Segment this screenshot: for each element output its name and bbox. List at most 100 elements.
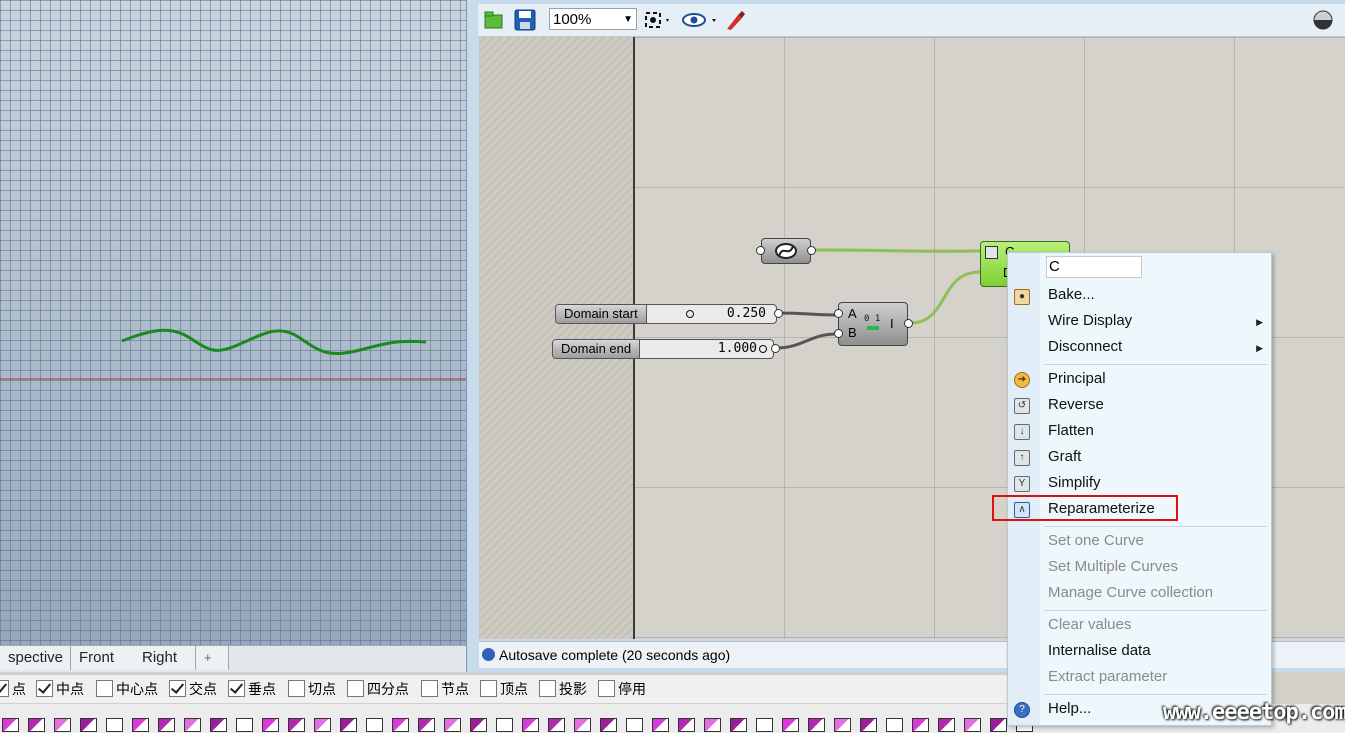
input-grip[interactable] [834, 309, 843, 318]
tool-icon[interactable] [678, 718, 695, 732]
tool-icon[interactable] [236, 718, 253, 732]
tool-icon[interactable] [704, 718, 721, 732]
save-icon[interactable] [514, 9, 536, 31]
tool-icon[interactable] [184, 718, 201, 732]
tool-icon[interactable] [158, 718, 175, 732]
menu-item-clear-values[interactable]: Clear values [1048, 614, 1131, 636]
zoom-dropdown[interactable]: 100% ▼ [549, 8, 637, 30]
tool-icon[interactable] [392, 718, 409, 732]
menu-item-graft[interactable]: Graft [1048, 446, 1081, 468]
tool-icon[interactable] [860, 718, 877, 732]
tool-icon[interactable] [808, 718, 825, 732]
tool-icon[interactable] [886, 718, 903, 732]
osnap-checkbox[interactable] [421, 680, 438, 697]
osnap-checkbox[interactable] [96, 680, 113, 697]
tool-icon[interactable] [652, 718, 669, 732]
menu-item-internalise-data[interactable]: Internalise data [1048, 640, 1151, 662]
osnap-item[interactable]: 投影 [539, 680, 587, 698]
output-grip[interactable] [774, 309, 783, 318]
curve-param-component[interactable] [761, 238, 811, 264]
tool-icon[interactable] [106, 718, 123, 732]
menu-item-set-multiple-curves[interactable]: Set Multiple Curves [1048, 556, 1178, 578]
osnap-checkbox[interactable] [539, 680, 556, 697]
osnap-checkbox[interactable] [288, 680, 305, 697]
slider-domain-end[interactable]: Domain end 1.000 [552, 339, 774, 359]
osnap-checkbox[interactable] [480, 680, 497, 697]
tool-icon[interactable] [834, 718, 851, 732]
display-mode-icon[interactable] [1312, 9, 1334, 31]
slider-domain-start[interactable]: Domain start 0.250 [555, 304, 777, 324]
osnap-checkbox[interactable] [598, 680, 615, 697]
tool-icon[interactable] [54, 718, 71, 732]
tool-icon[interactable] [470, 718, 487, 732]
tool-icon[interactable] [912, 718, 929, 732]
osnap-item[interactable]: 点 [0, 680, 26, 698]
output-grip[interactable] [771, 344, 780, 353]
menu-item-help[interactable]: Help... [1048, 698, 1091, 720]
slider-knob[interactable] [686, 310, 694, 318]
input-grip[interactable] [834, 329, 843, 338]
tool-icon[interactable] [756, 718, 773, 732]
osnap-checkbox[interactable] [0, 680, 9, 697]
osnap-checkbox[interactable] [36, 680, 53, 697]
osnap-checkbox[interactable] [228, 680, 245, 697]
osnap-item[interactable]: 顶点 [480, 680, 528, 698]
osnap-item[interactable]: 垂点 [228, 680, 276, 698]
tool-icon[interactable] [730, 718, 747, 732]
tool-icon[interactable] [340, 718, 357, 732]
slider-knob[interactable] [759, 345, 767, 353]
open-folder-icon[interactable] [484, 10, 504, 30]
tool-icon[interactable] [444, 718, 461, 732]
tab-front[interactable]: Front [71, 646, 135, 670]
osnap-item[interactable]: 切点 [288, 680, 336, 698]
tool-icon[interactable] [210, 718, 227, 732]
menu-item-simplify[interactable]: Simplify [1048, 472, 1101, 494]
osnap-checkbox[interactable] [347, 680, 364, 697]
tool-icon[interactable] [626, 718, 643, 732]
menu-item-manage-curve-collection[interactable]: Manage Curve collection [1048, 582, 1213, 604]
tool-icon[interactable] [418, 718, 435, 732]
tool-icon[interactable] [990, 718, 1007, 732]
menu-item-reverse[interactable]: Reverse [1048, 394, 1104, 416]
menu-item-wire-display[interactable]: Wire Display [1048, 310, 1132, 332]
input-grip[interactable] [756, 246, 765, 255]
param-name-input[interactable]: C [1046, 256, 1142, 278]
tool-icon[interactable] [288, 718, 305, 732]
output-grip[interactable] [807, 246, 816, 255]
add-tab-button[interactable]: + [196, 646, 229, 670]
osnap-item[interactable]: 交点 [169, 680, 217, 698]
tool-icon[interactable] [782, 718, 799, 732]
preview-eye-icon[interactable] [682, 11, 718, 29]
construct-domain-component[interactable]: A B I 0 1 [838, 302, 908, 346]
tab-perspective[interactable]: spective [0, 646, 71, 670]
tool-icon[interactable] [28, 718, 45, 732]
zoom-extents-icon[interactable] [644, 11, 672, 29]
tool-icon[interactable] [80, 718, 97, 732]
osnap-item[interactable]: 节点 [421, 680, 469, 698]
osnap-item[interactable]: 停用 [598, 680, 646, 698]
osnap-item[interactable]: 中点 [36, 680, 84, 698]
tool-icon[interactable] [522, 718, 539, 732]
tab-right[interactable]: Right [134, 646, 196, 670]
tool-icon[interactable] [2, 718, 19, 732]
tool-icon[interactable] [574, 718, 591, 732]
tool-icon[interactable] [548, 718, 565, 732]
sketch-brush-icon[interactable] [724, 9, 746, 31]
tool-icon[interactable] [496, 718, 513, 732]
tool-icon[interactable] [600, 718, 617, 732]
osnap-checkbox[interactable] [169, 680, 186, 697]
tool-icon[interactable] [314, 718, 331, 732]
output-grip[interactable] [904, 319, 913, 328]
tool-icon[interactable] [132, 718, 149, 732]
tool-icon[interactable] [964, 718, 981, 732]
rhino-viewport[interactable] [0, 0, 470, 645]
menu-item-principal[interactable]: Principal [1048, 368, 1106, 390]
menu-item-disconnect[interactable]: Disconnect [1048, 336, 1122, 358]
menu-item-set-one-curve[interactable]: Set one Curve [1048, 530, 1144, 552]
menu-item-flatten[interactable]: Flatten [1048, 420, 1094, 442]
osnap-item[interactable]: 四分点 [347, 680, 409, 698]
tool-icon[interactable] [938, 718, 955, 732]
menu-item-bake[interactable]: Bake... [1048, 284, 1095, 306]
menu-item-extract-parameter[interactable]: Extract parameter [1048, 666, 1167, 688]
tool-icon[interactable] [262, 718, 279, 732]
